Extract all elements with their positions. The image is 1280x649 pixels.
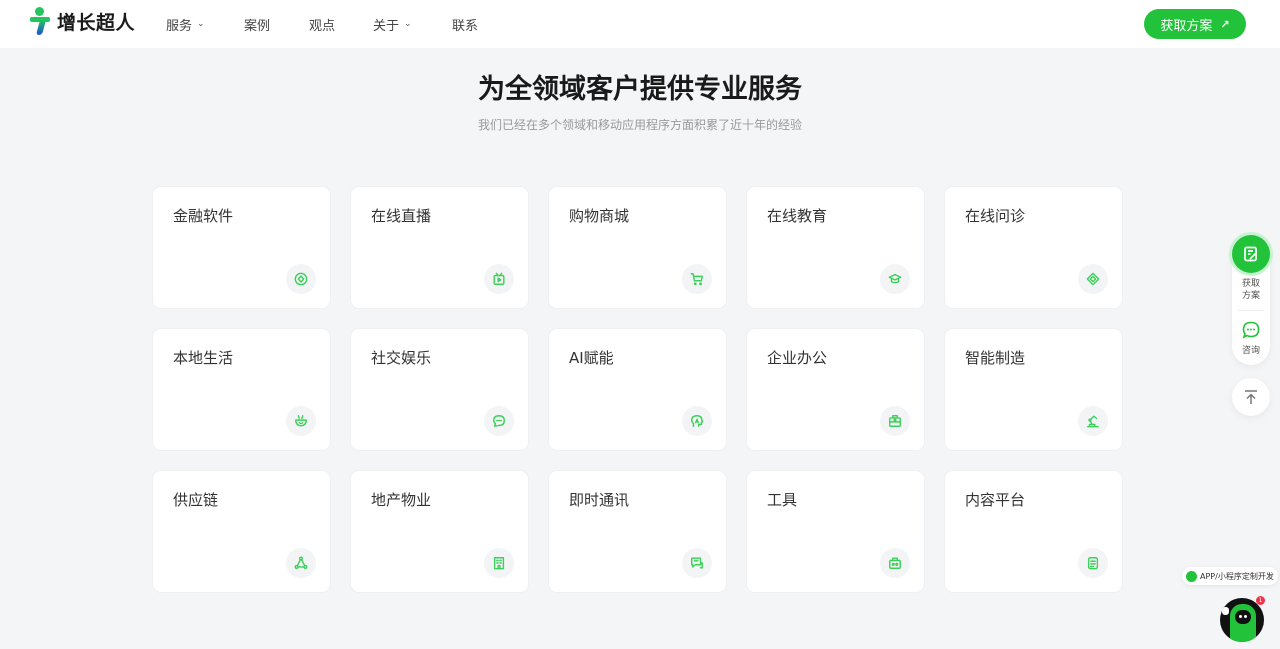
nav-label: 关于	[373, 18, 400, 34]
card-label: 供应链	[173, 491, 219, 509]
industry-card-supply-chain[interactable]: 供应链	[153, 471, 330, 592]
logo-mark-icon	[30, 7, 52, 35]
notification-badge: 1	[1256, 596, 1265, 605]
industry-card-live-streaming[interactable]: 在线直播	[351, 187, 528, 308]
get-plan-label: 获取方案	[1160, 18, 1213, 34]
industry-card-enterprise-office[interactable]: 企业办公	[747, 329, 924, 450]
section-title: 为全领域客户提供专业服务	[478, 74, 802, 105]
arrow-up-right-icon: ↗	[1220, 17, 1230, 31]
nav-item-contact[interactable]: 联系	[452, 15, 478, 34]
consult-label: 咨询	[1241, 346, 1260, 356]
message-icon	[682, 548, 712, 578]
cart-icon	[682, 264, 712, 294]
nav-item-insights[interactable]: 观点	[309, 15, 373, 34]
card-label: 内容平台	[965, 491, 1026, 509]
card-label: 社交娱乐	[371, 349, 432, 367]
nav-label: 联系	[452, 18, 479, 34]
industry-card-smart-manufacturing[interactable]: 智能制造	[945, 329, 1122, 450]
card-label: AI赋能	[569, 349, 614, 367]
logo-text: 增长超人	[57, 11, 136, 34]
side-divider	[1238, 310, 1264, 311]
nav-label: 案例	[244, 18, 271, 34]
network-icon	[286, 548, 316, 578]
nav-label: 观点	[309, 18, 336, 34]
briefcase-icon	[880, 406, 910, 436]
industry-card-social-entertainment[interactable]: 社交娱乐	[351, 329, 528, 450]
industry-card-finance[interactable]: 金融软件	[153, 187, 330, 308]
card-label: 地产物业	[371, 491, 432, 509]
card-label: 金融软件	[173, 207, 234, 225]
nav-label: 服务	[166, 18, 193, 34]
nav-item-cases[interactable]: 案例	[244, 15, 309, 34]
industry-card-online-consultation[interactable]: 在线问诊	[945, 187, 1122, 308]
nav-item-about[interactable]: 关于 ⌄	[373, 15, 452, 34]
top-navbar: 增长超人 服务 ⌄ 案例 观点 关于 ⌄ 联系 获取方案 ↗	[0, 0, 1280, 48]
chat-bubble-icon	[1186, 570, 1197, 582]
building-icon	[484, 548, 514, 578]
card-label: 购物商城	[569, 207, 630, 225]
get-plan-button[interactable]: 获取方案 ↗	[1144, 9, 1246, 39]
industry-card-online-education[interactable]: 在线教育	[747, 187, 924, 308]
industry-card-local-life[interactable]: 本地生活	[153, 329, 330, 450]
bowl-icon	[286, 406, 316, 436]
logo[interactable]: 增长超人	[30, 7, 135, 35]
back-to-top-button[interactable]	[1232, 378, 1270, 416]
arrow-up-to-line-icon	[1245, 390, 1257, 404]
chat-dots-icon	[1242, 321, 1260, 339]
get-quote-side-button[interactable]	[1232, 235, 1270, 273]
card-label: 即时通讯	[569, 491, 630, 509]
industry-card-content-platform[interactable]: 内容平台	[945, 471, 1122, 592]
ai-head-icon	[682, 406, 712, 436]
coin-icon	[286, 264, 316, 294]
industry-card-ai-empowerment[interactable]: AI赋能	[549, 329, 726, 450]
get-quote-label-line1: 获取	[1241, 279, 1260, 289]
card-label: 工具	[767, 491, 798, 509]
chat-prompt-bubble[interactable]: APP/小程序定制开发	[1182, 567, 1278, 585]
industry-card-instant-messaging[interactable]: 即时通讯	[549, 471, 726, 592]
tv-play-icon	[484, 264, 514, 294]
industry-card-real-estate[interactable]: 地产物业	[351, 471, 528, 592]
card-label: 在线直播	[371, 207, 432, 225]
consult-button[interactable]	[1241, 320, 1261, 340]
document-icon	[1078, 548, 1108, 578]
section-subtitle: 我们已经在多个领域和移动应用程序方面积累了近十年的经验	[477, 118, 802, 132]
graduation-cap-icon	[880, 264, 910, 294]
card-label: 企业办公	[767, 349, 828, 367]
main-nav: 服务 ⌄ 案例 观点 关于 ⌄ 联系	[166, 0, 478, 48]
card-label: 在线问诊	[965, 207, 1026, 225]
card-label: 在线教育	[767, 207, 828, 225]
chevron-down-icon: ⌄	[197, 19, 205, 29]
toolbox-icon	[880, 548, 910, 578]
chat-bubbles-icon	[484, 406, 514, 436]
industry-card-tools[interactable]: 工具	[747, 471, 924, 592]
card-label: 本地生活	[173, 349, 234, 367]
edit-document-icon	[1244, 246, 1257, 262]
diamond-icon	[1078, 264, 1108, 294]
card-label: 智能制造	[965, 349, 1026, 367]
industry-card-shopping-mall[interactable]: 购物商城	[549, 187, 726, 308]
get-quote-label-line2: 方案	[1241, 291, 1260, 301]
robot-arm-icon	[1078, 406, 1108, 436]
chevron-down-icon: ⌄	[404, 19, 412, 29]
chat-mascot-avatar[interactable]	[1220, 598, 1264, 642]
nav-item-services[interactable]: 服务 ⌄	[166, 15, 244, 34]
chat-prompt-text: APP/小程序定制开发	[1200, 571, 1274, 581]
industry-grid: 金融软件 在线直播 购物商城 在线教育 在线问诊 本地生活 社交娱乐 AI赋能 …	[153, 187, 1122, 592]
